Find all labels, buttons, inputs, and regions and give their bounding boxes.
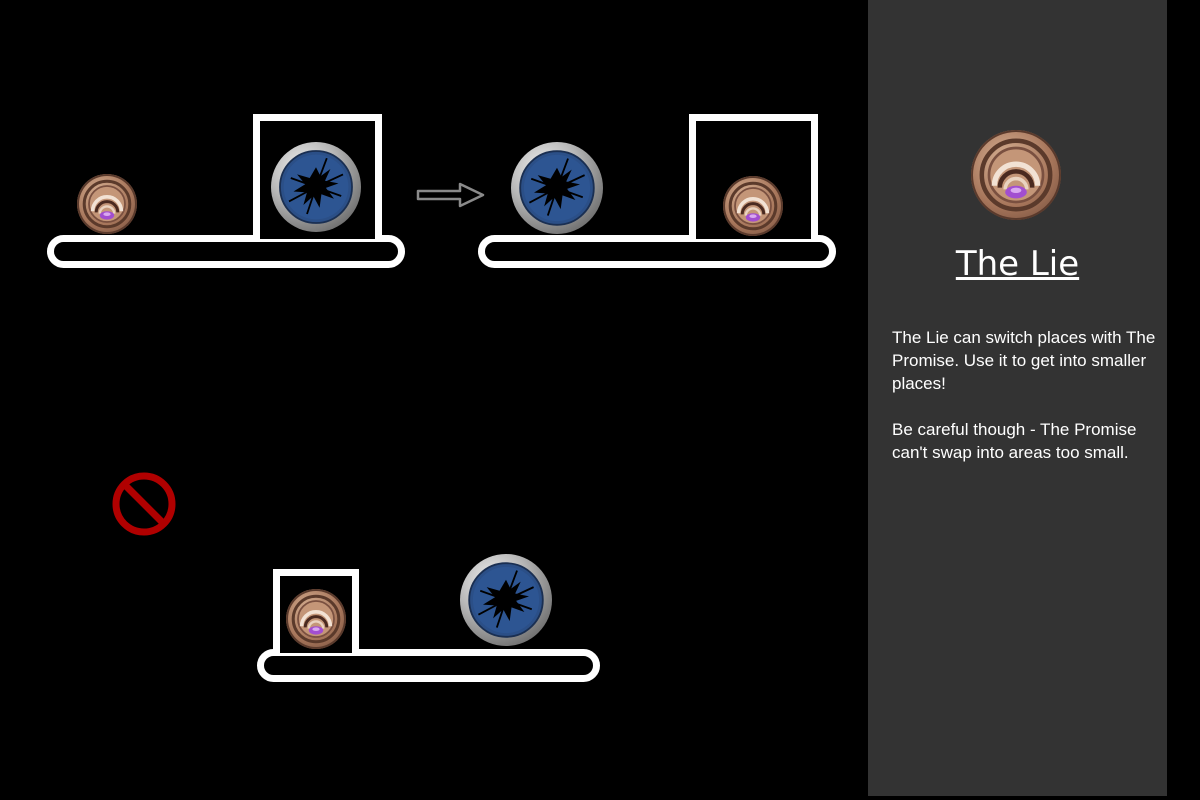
lie-orb-icon [77, 174, 137, 234]
platform-top-right [478, 235, 836, 268]
promise-orb-icon [460, 554, 552, 646]
panel-description: The Lie can switch places with The Promi… [892, 328, 1156, 393]
tutorial-scene [0, 0, 868, 800]
lie-orb-icon [723, 176, 783, 236]
lie-orb-icon [971, 130, 1061, 220]
no-entry-icon [112, 472, 176, 536]
lie-orb-icon [286, 589, 346, 649]
info-panel: The Lie The Lie can switch places with T… [868, 0, 1167, 796]
promise-orb-icon [511, 142, 603, 234]
promise-orb-icon [271, 142, 361, 232]
platform-bottom [257, 649, 600, 682]
panel-warning: Be careful though - The Promise can't sw… [892, 420, 1137, 462]
panel-title: The Lie [955, 244, 1080, 284]
platform-top-left [47, 235, 405, 268]
arrow-right-icon [416, 182, 485, 208]
